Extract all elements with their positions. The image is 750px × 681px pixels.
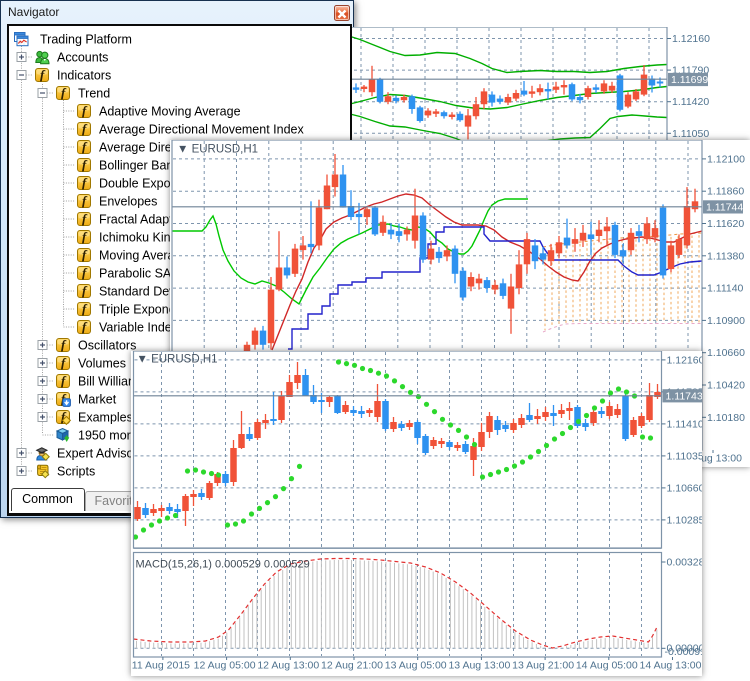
svg-text:Average Directional Movement I: Average Directional Movement Index [99, 123, 304, 137]
svg-text:▼ EURUSD,H1: ▼ EURUSD,H1 [177, 144, 258, 156]
svg-text:▼ EURUSD,H1: ▼ EURUSD,H1 [136, 354, 217, 366]
svg-text:MACD(15,26,1) 0.000529 0.00052: MACD(15,26,1) 0.000529 0.000529 [135, 558, 309, 570]
svg-text:Indicators: Indicators [57, 69, 111, 83]
svg-text:Market: Market [78, 393, 117, 407]
svg-text:Envelopes: Envelopes [99, 195, 157, 209]
svg-text:13 Aug 13:00: 13 Aug 13:00 [448, 660, 510, 672]
svg-text:12 Aug 05:00: 12 Aug 05:00 [193, 660, 255, 672]
svg-text:Scripts: Scripts [57, 465, 95, 479]
svg-text:-0.000916: -0.000916 [664, 646, 702, 658]
svg-text:1.11744: 1.11744 [706, 202, 743, 214]
svg-text:1950 more: 1950 more [78, 429, 138, 443]
svg-text:1.11699: 1.11699 [671, 74, 708, 86]
svg-text:11 Aug 2015: 11 Aug 2015 [131, 660, 189, 672]
svg-text:1.10660: 1.10660 [666, 482, 702, 494]
svg-text:1.11140: 1.11140 [707, 283, 744, 295]
svg-text:1.10660: 1.10660 [707, 347, 745, 359]
svg-text:13 Aug 21:00: 13 Aug 21:00 [512, 660, 574, 672]
svg-text:1.10180: 1.10180 [707, 412, 745, 424]
svg-text:Trend: Trend [78, 87, 110, 101]
svg-text:1.11860: 1.11860 [707, 186, 744, 198]
svg-text:14 Aug 05:00: 14 Aug 05:00 [575, 660, 637, 672]
svg-text:Oscillators: Oscillators [78, 339, 136, 353]
svg-text:1.10285: 1.10285 [666, 514, 702, 526]
svg-text:Adaptive Moving Average: Adaptive Moving Average [99, 105, 241, 119]
svg-text:1.11035: 1.11035 [666, 450, 702, 462]
svg-text:0.003280: 0.003280 [666, 557, 702, 569]
svg-text:1.12160: 1.12160 [666, 354, 702, 366]
svg-text:12 Aug 21:00: 12 Aug 21:00 [321, 660, 383, 672]
svg-text:1.11620: 1.11620 [707, 218, 744, 230]
svg-text:1.11050: 1.11050 [672, 127, 709, 139]
svg-text:1.10900: 1.10900 [707, 315, 745, 327]
svg-text:1.11380: 1.11380 [707, 250, 744, 262]
svg-text:Parabolic SAR: Parabolic SAR [99, 267, 180, 281]
svg-text:1.10420: 1.10420 [707, 380, 745, 392]
svg-text:13 Aug 05:00: 13 Aug 05:00 [384, 660, 446, 672]
svg-text:1.12160: 1.12160 [672, 33, 710, 45]
svg-text:14 Aug 13:00: 14 Aug 13:00 [639, 660, 701, 672]
svg-text:12 Aug 13:00: 12 Aug 13:00 [257, 660, 319, 672]
svg-text:1.11420: 1.11420 [672, 96, 709, 108]
svg-text:Volumes: Volumes [78, 357, 126, 371]
svg-text:1.11410: 1.11410 [666, 418, 702, 430]
svg-text:1.11743: 1.11743 [665, 391, 702, 403]
svg-text:Trading Platform: Trading Platform [40, 33, 132, 47]
svg-text:1.12100: 1.12100 [707, 153, 745, 165]
svg-text:Accounts: Accounts [57, 51, 108, 65]
svg-text:Examples: Examples [78, 411, 133, 425]
